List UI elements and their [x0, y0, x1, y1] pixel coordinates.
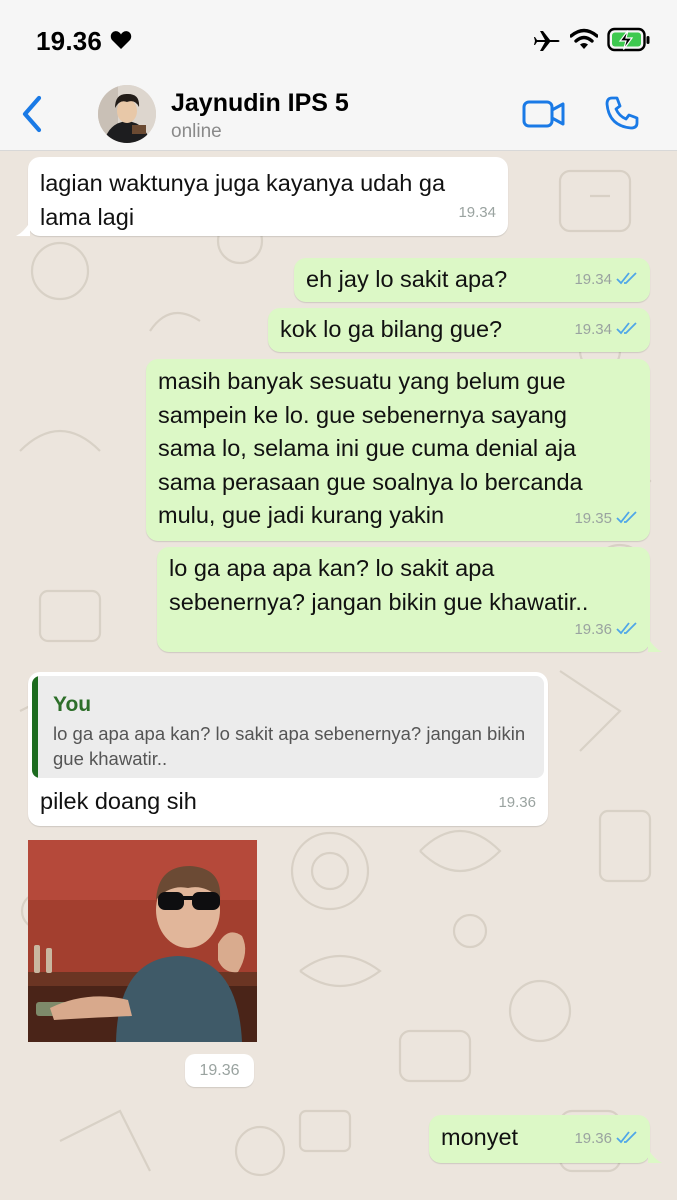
battery-charging-icon	[607, 27, 650, 52]
avatar[interactable]	[98, 85, 156, 143]
message-text: masih banyak sesuatu yang belum gue samp…	[158, 365, 583, 533]
chevron-left-icon[interactable]	[18, 94, 46, 134]
message-bubble-reply[interactable]: You lo ga apa apa kan? lo sakit apa sebe…	[28, 672, 548, 826]
photo-time: 19.36	[185, 1054, 254, 1087]
message-line: lagian waktunya juga kayanya udah ga	[40, 170, 446, 196]
phone-call-icon[interactable]	[604, 95, 640, 131]
message-line: lo ga apa apa kan? lo sakit apa	[169, 555, 495, 581]
wifi-icon	[570, 28, 598, 49]
message-time-text: 19.34	[574, 320, 612, 338]
message-text: monyet	[441, 1121, 518, 1155]
message-line: eh jay lo sakit apa?	[306, 266, 508, 292]
quote-bar	[32, 676, 38, 778]
airplane-mode-icon	[534, 31, 560, 51]
video-call-icon[interactable]	[522, 98, 566, 130]
read-ticks-icon	[616, 1130, 637, 1143]
quoted-message[interactable]: You lo ga apa apa kan? lo sakit apa sebe…	[32, 676, 544, 778]
read-ticks-icon	[616, 510, 637, 523]
message-time: 19.36	[574, 613, 638, 647]
message-bubble-outgoing[interactable]: eh jay lo sakit apa? 19.34	[294, 258, 650, 302]
message-text: kok lo ga bilang gue?	[280, 313, 502, 347]
bubble-tail	[648, 638, 662, 652]
contact-status: online	[171, 121, 222, 142]
message-time: 19.34	[458, 203, 496, 221]
message-text: pilek doang sih	[40, 785, 197, 819]
message-time-text: 19.36	[574, 1129, 612, 1147]
status-time: 19.36	[36, 26, 103, 56]
bubble-tail	[16, 222, 30, 236]
message-bubble-outgoing[interactable]: kok lo ga bilang gue? 19.34	[268, 308, 650, 352]
message-line: sebenernya? jangan bikin gue khawatir..	[169, 588, 589, 615]
message-bubble-outgoing[interactable]: lo ga apa apa kan? lo sakit apa sebenern…	[157, 547, 650, 652]
bubble-tail	[648, 1149, 662, 1163]
message-line: masih banyak sesuatu yang belum gue	[158, 368, 566, 394]
contact-name[interactable]: Jaynudin IPS 5	[171, 89, 349, 118]
message-time-text: 19.36	[574, 620, 612, 638]
message-time: 19.34	[574, 263, 638, 297]
message-text: eh jay lo sakit apa?	[306, 263, 507, 297]
message-line: lama lagi	[40, 203, 135, 230]
photo-message[interactable]	[28, 840, 257, 1042]
read-ticks-icon	[616, 321, 637, 334]
message-text: lo ga apa apa kan? lo sakit apa sebenern…	[169, 552, 588, 619]
photo-image	[28, 840, 257, 1042]
read-ticks-icon	[616, 271, 637, 284]
message-line: sama lo, selama ini gue cuma denial aja	[158, 435, 577, 461]
message-line: mulu, gue jadi kurang yakin	[158, 502, 445, 528]
message-time-text: 19.35	[574, 509, 612, 527]
avatar-photo	[98, 85, 156, 143]
quote-text: lo ga apa apa kan? lo sakit apa sebenern…	[53, 723, 526, 769]
chat-header: Jaynudin IPS 5 online	[0, 80, 677, 151]
message-time-text: 19.34	[574, 270, 612, 288]
chat-area[interactable]: lagian waktunya juga kayanya udah ga lam…	[0, 151, 677, 1200]
message-time: 19.34	[574, 313, 638, 347]
message-time: 19.35	[574, 502, 638, 536]
message-bubble-outgoing[interactable]: monyet 19.36	[429, 1115, 650, 1163]
message-time: 19.36	[574, 1122, 638, 1156]
message-line: pilek doang sih	[40, 788, 197, 814]
message-text: lagian waktunya juga kayanya udah ga lam…	[40, 167, 445, 234]
read-ticks-icon	[616, 621, 637, 634]
message-line: sampein ke lo. gue sebenernya sayang	[158, 401, 567, 428]
quote-author: You	[53, 693, 92, 716]
heart-icon	[110, 31, 132, 49]
message-line: kok lo ga bilang gue?	[280, 316, 503, 342]
message-line: sama perasaan gue soalnya lo bercanda	[158, 468, 583, 495]
message-line: monyet	[441, 1124, 519, 1150]
message-bubble-outgoing[interactable]: masih banyak sesuatu yang belum gue samp…	[146, 359, 650, 541]
status-bar: 19.36	[0, 0, 677, 80]
message-time: 19.36	[498, 793, 536, 811]
message-bubble-incoming[interactable]: lagian waktunya juga kayanya udah ga lam…	[28, 157, 508, 236]
